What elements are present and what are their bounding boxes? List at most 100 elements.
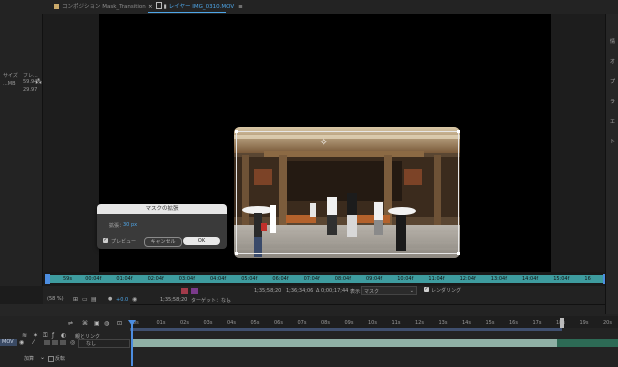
quality-icon[interactable]: ⁄ (33, 340, 34, 346)
panel-tab-effects[interactable]: エ (610, 118, 615, 125)
mask-vertex-handle[interactable] (235, 130, 238, 133)
snapshot-icon[interactable] (181, 288, 188, 294)
timeline-tick-label: 05s (250, 320, 260, 326)
effect-switch[interactable] (44, 340, 50, 345)
panel-tab-tracker[interactable]: ト (610, 138, 615, 145)
panel-tab-preview[interactable]: プ (610, 78, 615, 85)
composition-icon (54, 4, 59, 9)
parent-dropdown-frame[interactable] (78, 339, 130, 348)
dialog-title: マスクの拡張 (97, 204, 227, 214)
lock-icon[interactable] (155, 2, 162, 9)
mask-vertex-handle[interactable] (235, 252, 238, 255)
view-dropdown[interactable]: マスク ⌄ (361, 286, 417, 295)
timeline-tick-label: 14s (462, 320, 471, 326)
eye-icon[interactable]: ◉ (19, 340, 24, 346)
chevron-down-icon[interactable]: ⌄ (40, 355, 45, 361)
timeline-tick-label: 06s (274, 320, 283, 326)
timeline-tick-label: 04s (227, 320, 236, 326)
guides-icon[interactable]: ▭ (82, 296, 88, 303)
layer-duration-bar[interactable] (132, 339, 557, 347)
show-snapshot-icon[interactable] (191, 288, 198, 294)
mask-vertex-handle[interactable] (457, 130, 460, 133)
ruler-tick-label: 59s (63, 276, 72, 282)
ruler-tick-label: 16 (584, 276, 591, 282)
preview-label: プレビュー (111, 239, 137, 245)
motion-blur-icon[interactable]: ◐ (61, 333, 66, 339)
invert-checkbox[interactable] (48, 356, 54, 362)
mask-path[interactable] (235, 130, 460, 255)
mask-vertex-handle[interactable] (457, 252, 460, 255)
timeline-tick-label: 01s (156, 320, 166, 326)
timecode-start[interactable]: 1;35;58;20 (254, 288, 281, 294)
motion-blur-switch[interactable] (60, 340, 66, 345)
comp-flow-icon[interactable]: ⇌ (68, 321, 73, 327)
lock-icon[interactable]: ⚿ (43, 333, 48, 339)
project-row-fps[interactable]: 29.97 (23, 87, 37, 93)
current-timecode[interactable]: 1;35;58;20 (160, 297, 187, 303)
ruler-tick-label: 01:04f (116, 276, 133, 282)
time-navigator-start-handle[interactable] (45, 274, 50, 284)
ruler-tick-label: 03:04f (178, 276, 195, 282)
network-icon: ⁂ (35, 78, 42, 86)
render-checkbox[interactable]: ✓ (424, 287, 429, 292)
ruler-tick-label: 14:04f (522, 276, 539, 282)
expansion-label: 拡張： (109, 223, 125, 229)
tab-menu-icon[interactable]: ≡ (238, 4, 243, 10)
cancel-button[interactable]: キャンセル (144, 237, 182, 247)
ruler-tick-label: 09:04f (366, 276, 383, 282)
timeline-tick-label: 10s (368, 320, 377, 326)
frame-blend-switch[interactable] (52, 340, 58, 345)
fx-icon[interactable]: ƒ (52, 333, 54, 339)
render-label: レンダリング (431, 288, 462, 294)
ruler-tick-label: 05:04f (241, 276, 258, 282)
preview-checkbox[interactable]: ✓ (103, 238, 108, 243)
timeline-tick-label: 13s (438, 320, 448, 326)
frame-blend-icon[interactable]: ▣ (94, 321, 100, 327)
panel-tab-library[interactable]: ラ (610, 98, 615, 105)
col-size-header[interactable]: サイズ (3, 72, 18, 79)
tab-bar: コンポジション Mask_Transition × ▮ レイヤー IMG_0310.… (0, 0, 618, 14)
ruler-tick-label: 12:04f (459, 276, 476, 282)
chevron-down-icon[interactable]: ⌄ (227, 297, 231, 303)
work-area-bar[interactable] (130, 328, 562, 331)
panel-tab-info[interactable]: 情 (610, 38, 615, 45)
work-area-end-handle[interactable] (560, 318, 564, 328)
rulers-icon[interactable]: ▤ (91, 296, 97, 303)
close-icon[interactable]: × (148, 4, 153, 10)
ruler-tick-label: 02:04f (147, 276, 164, 282)
expansion-value-input[interactable]: 30 px (123, 222, 137, 228)
ruler-tick-label: 13:04f (490, 276, 507, 282)
layer-name[interactable]: MOV (0, 339, 17, 346)
camera-icon[interactable]: ◉ (132, 296, 137, 303)
ok-button[interactable]: OK (183, 237, 220, 245)
graph-editor-icon[interactable]: ⊡ (117, 321, 122, 327)
project-panel: サイズ フレ... ...MB 59.94 29.97 ⁂ (0, 14, 43, 286)
anchor-point-icon[interactable]: ✧ (320, 139, 328, 148)
timecode-duration: Δ 0;00;17;44 (316, 288, 349, 294)
grid-icon[interactable]: ⊞ (73, 296, 78, 303)
panel-tab-audio[interactable]: オ (610, 58, 615, 65)
timeline-tick-label: 12s (415, 320, 424, 326)
zoom-dropdown[interactable]: (58 %) (47, 296, 64, 302)
playhead[interactable] (131, 320, 133, 366)
motion-blur-switch-icon[interactable]: ◍ (104, 321, 109, 327)
right-panel: 情 オ プ ラ エ ト (605, 14, 618, 314)
pickwhip-icon[interactable]: ◎ (70, 340, 75, 346)
timeline-tick-label: 02s (180, 320, 189, 326)
timeline-tick-label: 03s (203, 320, 213, 326)
ruler-tick-label: 15:04f (553, 276, 570, 282)
color-channel-icon[interactable]: ● (108, 296, 112, 302)
project-row-size[interactable]: ...MB (3, 81, 16, 87)
draft-3d-icon[interactable]: ⌘ (82, 321, 88, 327)
target-dropdown[interactable]: ターゲット：なし (191, 297, 231, 304)
tab-composition[interactable]: コンポジション Mask_Transition (54, 2, 146, 13)
chevron-down-icon: ⌄ (409, 288, 414, 294)
ruler-tick-label: 11:04f (428, 276, 445, 282)
timecode-end[interactable]: 1;36;34;06 (286, 288, 313, 294)
exposure-value[interactable]: +0.0 (116, 297, 128, 303)
timeline-tick-label: 11s (391, 320, 401, 326)
mask-mode-dropdown[interactable]: 加算 (24, 355, 34, 362)
ruler-tick-label: 10:04f (397, 276, 414, 282)
invert-label: 反転 (55, 356, 66, 362)
timeline-tick-label: 20s (603, 320, 612, 326)
